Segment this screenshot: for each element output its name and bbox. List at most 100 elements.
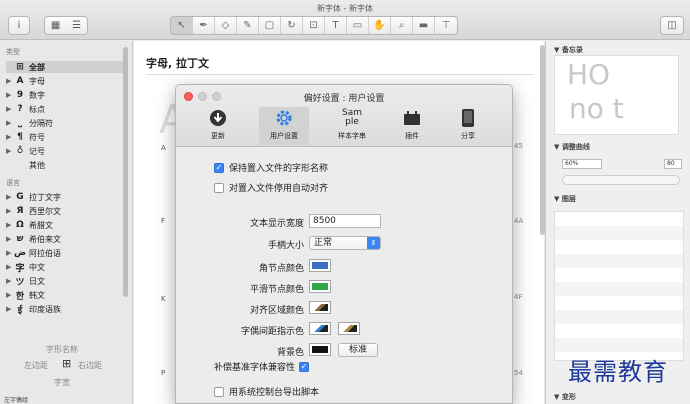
disclosure-triangle-icon[interactable]: ▶: [6, 263, 14, 271]
annotation-tool[interactable]: ▭: [347, 17, 369, 34]
measure-tool[interactable]: ▬: [413, 17, 435, 34]
tab-label: 更新: [211, 132, 225, 140]
sidebar-item-letters[interactable]: ▶ A 字母: [6, 75, 124, 87]
adjust-curve-heading[interactable]: ▼ 调整曲线: [554, 142, 590, 152]
row-unicode: 4F: [514, 293, 523, 301]
tool-palette: ↖ ✒ ◇ ✎ ▢ ↻ ⊡ T ▭ ✋ ⌕ ▬ ⊤: [170, 16, 458, 35]
sidebar-item-label: 标点: [29, 104, 45, 114]
text-frame-tool[interactable]: ⊤: [435, 17, 457, 34]
sidebar-item-japanese[interactable]: ▶ ツ 日文: [6, 275, 124, 288]
transform-heading[interactable]: ▼ 变形: [554, 392, 576, 402]
standard-button[interactable]: 标准: [338, 343, 378, 357]
language-section-heading: 语言: [6, 179, 20, 187]
keep-glyph-names-option[interactable]: ✓ 保持置入文件的字形名称: [214, 161, 328, 174]
disclosure-triangle-icon[interactable]: ▶: [6, 291, 14, 299]
zoom-tool[interactable]: ⌕: [391, 17, 413, 34]
scale-tool[interactable]: ⊡: [303, 17, 325, 34]
sidebar-item-greek[interactable]: ▶ Ω 希腊文: [6, 219, 124, 231]
handle-size-label: 手柄大小: [267, 241, 304, 251]
curve-percent-field[interactable]: 60%: [562, 159, 602, 169]
layers-list[interactable]: [554, 211, 684, 361]
color-fill: [341, 325, 357, 332]
baseline-compat-option[interactable]: 补偿基准字体兼容性 ✓: [214, 360, 314, 373]
curve-presets[interactable]: [562, 175, 680, 185]
hand-tool[interactable]: ✋: [369, 17, 391, 34]
preferences-dialog: 偏好设置 : 用户设置 更新 用户设置 Sam ple 样本字串 插件 分享 ✓…: [175, 84, 513, 404]
disclosure-triangle-icon[interactable]: ▶: [6, 133, 14, 141]
disclosure-triangle-icon[interactable]: ▶: [6, 207, 14, 215]
disclosure-triangle-icon[interactable]: ▶: [6, 119, 14, 127]
disclosure-triangle-icon[interactable]: ▶: [6, 147, 14, 155]
color-fill: [312, 304, 328, 311]
baseline-compat-checkbox[interactable]: ✓: [299, 361, 310, 372]
text-tool[interactable]: T: [325, 17, 347, 34]
preferences-body: ✓ 保持置入文件的字形名称 对置入文件停用自动对齐 文本显示宽度 8500 手柄…: [176, 148, 512, 403]
kerning-indicator-color-well-1[interactable]: [309, 322, 331, 335]
keep-glyph-names-checkbox[interactable]: ✓: [214, 162, 224, 173]
eraser-tool[interactable]: ◇: [215, 17, 237, 34]
text-display-width-input[interactable]: 8500: [309, 214, 381, 228]
grid-view-icon[interactable]: ▦: [51, 20, 60, 31]
sidebar-item-korean[interactable]: ▶ 한 韩文: [6, 289, 124, 302]
corner-node-color-well[interactable]: [309, 259, 331, 272]
sidebar-item-all[interactable]: ⊞ 全部: [6, 61, 124, 73]
disclosure-triangle-icon[interactable]: ▶: [6, 235, 14, 243]
sidebar-item-separators[interactable]: ▶ ⎵ 分隔符: [6, 117, 124, 129]
disable-autoalign-checkbox[interactable]: [214, 182, 224, 193]
tab-share[interactable]: 分享: [450, 107, 486, 145]
disclosure-triangle-icon[interactable]: ▶: [6, 91, 14, 99]
list-view-icon[interactable]: ☰: [72, 20, 81, 31]
view-mode-toggle[interactable]: ▦ ☰: [44, 16, 88, 35]
sidebar-item-latin[interactable]: ▶ G 拉丁文字: [6, 191, 124, 203]
sidebar-item-cyrillic[interactable]: ▶ Я 西里尔文: [6, 205, 124, 217]
sidebar-item-arabic[interactable]: ▶ ض 阿拉伯语: [6, 247, 124, 259]
layers-heading[interactable]: ▼ 图层: [554, 194, 576, 204]
row-unicode: 54: [514, 369, 523, 377]
background-color-well[interactable]: [309, 343, 331, 356]
tab-user-settings[interactable]: 用户设置: [259, 107, 309, 145]
rotate-tool[interactable]: ↻: [281, 17, 303, 34]
sidebar-item-marks[interactable]: ▶ ♁ 记号: [6, 145, 124, 157]
hand-icon: ✋: [373, 20, 386, 31]
curve-value-field[interactable]: 80: [664, 159, 682, 169]
select-tool[interactable]: ↖: [171, 17, 193, 34]
disable-autoalign-option[interactable]: 对置入文件停用自动对齐: [214, 181, 328, 194]
sidebar-item-punctuation[interactable]: ▶ ? 标点: [6, 103, 124, 115]
console-export-option[interactable]: 用系统控制台导出脚本: [214, 385, 319, 398]
sidebar-item-indic[interactable]: ▶ ई 印度语族: [6, 303, 124, 316]
sidebar-item-label: 其他: [29, 160, 45, 170]
pencil-tool[interactable]: ✎: [237, 17, 259, 34]
memo-heading[interactable]: ▼ 备忘录: [554, 45, 583, 55]
sidebar-item-label: 希腊文: [29, 220, 53, 230]
disclosure-triangle-icon[interactable]: ▶: [6, 105, 14, 113]
tab-update[interactable]: 更新: [198, 107, 238, 145]
console-export-checkbox[interactable]: [214, 386, 224, 397]
tab-plugins[interactable]: 插件: [394, 107, 430, 145]
rectangle-tool[interactable]: ▢: [259, 17, 281, 34]
sidebar-item-chinese[interactable]: ▶ 字 中文: [6, 261, 124, 274]
sidebar-item-hebrew[interactable]: ▶ ש 希伯来文: [6, 233, 124, 245]
kerning-indicator-color-well-2[interactable]: [338, 322, 360, 335]
disclosure-triangle-icon[interactable]: ▶: [6, 277, 14, 285]
tab-sample-strings[interactable]: Sam ple 样本字串: [329, 107, 375, 145]
sidebar-item-symbols[interactable]: ▶ ¶ 符号: [6, 131, 124, 143]
handle-size-popup[interactable]: 正常 ⇕: [309, 236, 381, 250]
tab-label: 插件: [405, 132, 419, 140]
alignment-zone-color-well[interactable]: [309, 301, 331, 314]
draw-tool[interactable]: ✒: [193, 17, 215, 34]
sidebar-scrollbar[interactable]: [123, 47, 128, 297]
disclosure-triangle-icon[interactable]: ▶: [6, 221, 14, 229]
sidebar-item-numbers[interactable]: ▶ 9 数字: [6, 89, 124, 101]
disclosure-triangle-icon[interactable]: ▶: [6, 249, 14, 257]
smooth-node-color-well[interactable]: [309, 280, 331, 293]
disclosure-triangle-icon[interactable]: ▶: [6, 305, 14, 313]
info-button[interactable]: ⅰ: [8, 16, 30, 35]
pen-icon: ✒: [199, 20, 208, 31]
left-kerning-group-label: 左字偶组: [4, 397, 29, 404]
disclosure-triangle-icon[interactable]: ▶: [6, 193, 14, 201]
disclosure-triangle-icon[interactable]: ▶: [6, 77, 14, 85]
sidebar-toggle-button[interactable]: ◫: [660, 16, 684, 35]
sidebar-item-other[interactable]: 其他: [6, 159, 124, 171]
adjust-curve-label: 调整曲线: [561, 143, 590, 151]
category-glyph: ♁: [16, 146, 24, 156]
